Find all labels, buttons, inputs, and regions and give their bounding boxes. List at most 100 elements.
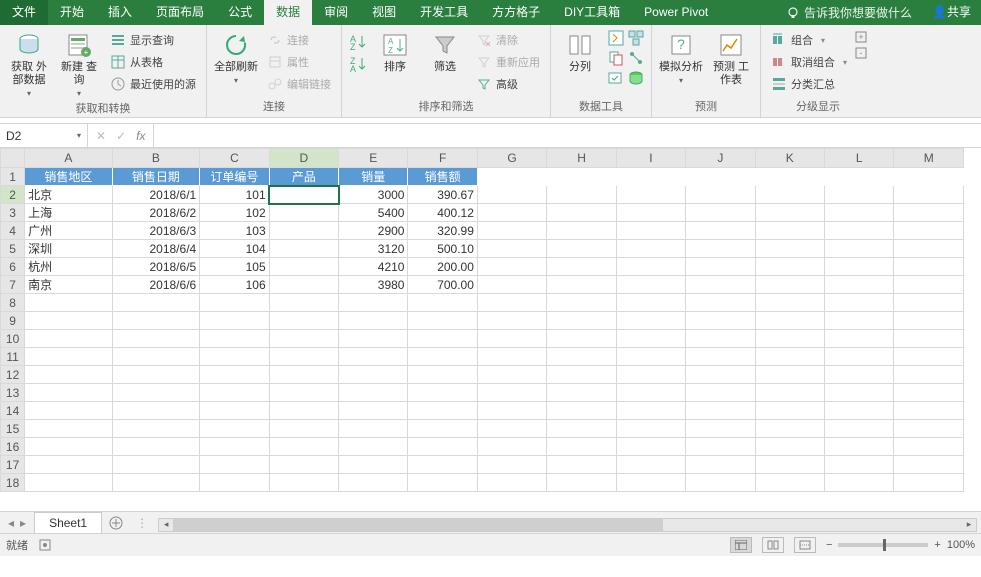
cell[interactable]	[616, 366, 685, 384]
cell[interactable]	[25, 330, 113, 348]
cell[interactable]	[408, 402, 477, 420]
cell[interactable]	[112, 474, 200, 492]
tab-data[interactable]: 数据	[264, 0, 312, 25]
cell[interactable]	[825, 402, 894, 420]
cell[interactable]	[894, 366, 964, 384]
cell[interactable]	[825, 240, 894, 258]
cell[interactable]	[755, 420, 824, 438]
ungroup-button[interactable]: 取消组合▾	[767, 51, 851, 73]
cell[interactable]	[200, 420, 269, 438]
cell[interactable]	[616, 456, 685, 474]
col-header[interactable]: A	[25, 149, 113, 168]
cell[interactable]	[894, 312, 964, 330]
cell[interactable]	[686, 438, 755, 456]
cell[interactable]	[25, 456, 113, 474]
tab-formula[interactable]: 公式	[216, 0, 264, 25]
recent-sources-button[interactable]: 最近使用的源	[106, 73, 200, 95]
cell[interactable]	[894, 474, 964, 492]
cell[interactable]: 2018/6/4	[112, 240, 200, 258]
cell[interactable]	[686, 240, 755, 258]
cell[interactable]	[616, 312, 685, 330]
cell[interactable]	[408, 384, 477, 402]
cell[interactable]	[112, 456, 200, 474]
name-box[interactable]: D2 ▾	[0, 124, 88, 147]
cell[interactable]	[686, 330, 755, 348]
cell[interactable]	[616, 474, 685, 492]
cell[interactable]: 销量	[339, 168, 408, 186]
cell[interactable]: 390.67	[408, 186, 477, 204]
cell[interactable]: 3980	[339, 276, 408, 294]
cell[interactable]	[112, 348, 200, 366]
row-header[interactable]: 3	[1, 204, 25, 222]
subtotal-button[interactable]: 分类汇总	[767, 73, 851, 95]
cell[interactable]	[25, 420, 113, 438]
cell[interactable]	[25, 312, 113, 330]
cell[interactable]	[825, 258, 894, 276]
cell[interactable]	[825, 420, 894, 438]
cell[interactable]	[339, 366, 408, 384]
cell[interactable]	[894, 240, 964, 258]
cell[interactable]	[616, 222, 685, 240]
cell[interactable]	[269, 402, 338, 420]
cell[interactable]	[547, 258, 616, 276]
cell[interactable]	[477, 204, 546, 222]
cell[interactable]	[755, 276, 824, 294]
row-header[interactable]: 17	[1, 456, 25, 474]
cell[interactable]	[547, 438, 616, 456]
data-model-icon[interactable]	[627, 69, 645, 87]
cell[interactable]: 销售额	[408, 168, 477, 186]
col-header[interactable]: L	[825, 149, 894, 168]
cell[interactable]	[547, 276, 616, 294]
cell[interactable]	[755, 402, 824, 420]
cell[interactable]	[686, 384, 755, 402]
cell[interactable]	[112, 402, 200, 420]
cell[interactable]: 400.12	[408, 204, 477, 222]
cell[interactable]	[686, 456, 755, 474]
cell[interactable]	[616, 348, 685, 366]
cell[interactable]	[112, 312, 200, 330]
cell[interactable]: 200.00	[408, 258, 477, 276]
row-header[interactable]: 9	[1, 312, 25, 330]
cell[interactable]	[894, 276, 964, 294]
cell[interactable]	[339, 402, 408, 420]
cell[interactable]	[825, 312, 894, 330]
cell[interactable]	[825, 438, 894, 456]
cell[interactable]	[894, 294, 964, 312]
cell[interactable]	[112, 438, 200, 456]
cell[interactable]	[894, 456, 964, 474]
cell[interactable]	[25, 366, 113, 384]
cell[interactable]	[200, 330, 269, 348]
cell[interactable]	[755, 294, 824, 312]
group-button[interactable]: 组合▾	[767, 29, 851, 51]
cell[interactable]	[547, 222, 616, 240]
cell[interactable]	[112, 330, 200, 348]
tab-view[interactable]: 视图	[360, 0, 408, 25]
cell[interactable]	[200, 402, 269, 420]
cell[interactable]	[408, 330, 477, 348]
cell[interactable]	[477, 384, 546, 402]
cell[interactable]	[825, 186, 894, 204]
row-header[interactable]: 13	[1, 384, 25, 402]
cell[interactable]	[200, 366, 269, 384]
select-all-triangle[interactable]	[1, 149, 25, 168]
cell[interactable]: 深圳	[25, 240, 113, 258]
col-header[interactable]: B	[112, 149, 200, 168]
cell[interactable]: 320.99	[408, 222, 477, 240]
scroll-left-icon[interactable]: ◂	[159, 519, 173, 531]
cell[interactable]	[408, 438, 477, 456]
tab-home[interactable]: 开始	[48, 0, 96, 25]
cell[interactable]	[547, 168, 616, 186]
zoom-control[interactable]: − + 100%	[826, 539, 975, 551]
cell[interactable]	[686, 402, 755, 420]
cell[interactable]	[894, 222, 964, 240]
cell[interactable]	[477, 366, 546, 384]
col-header[interactable]: E	[339, 149, 408, 168]
cell[interactable]: 4210	[339, 258, 408, 276]
cell[interactable]	[477, 402, 546, 420]
cell[interactable]	[477, 330, 546, 348]
cell[interactable]	[477, 348, 546, 366]
scroll-right-icon[interactable]: ▸	[962, 519, 976, 531]
cell[interactable]	[25, 348, 113, 366]
cell[interactable]	[269, 294, 338, 312]
new-sheet-button[interactable]	[102, 512, 130, 533]
